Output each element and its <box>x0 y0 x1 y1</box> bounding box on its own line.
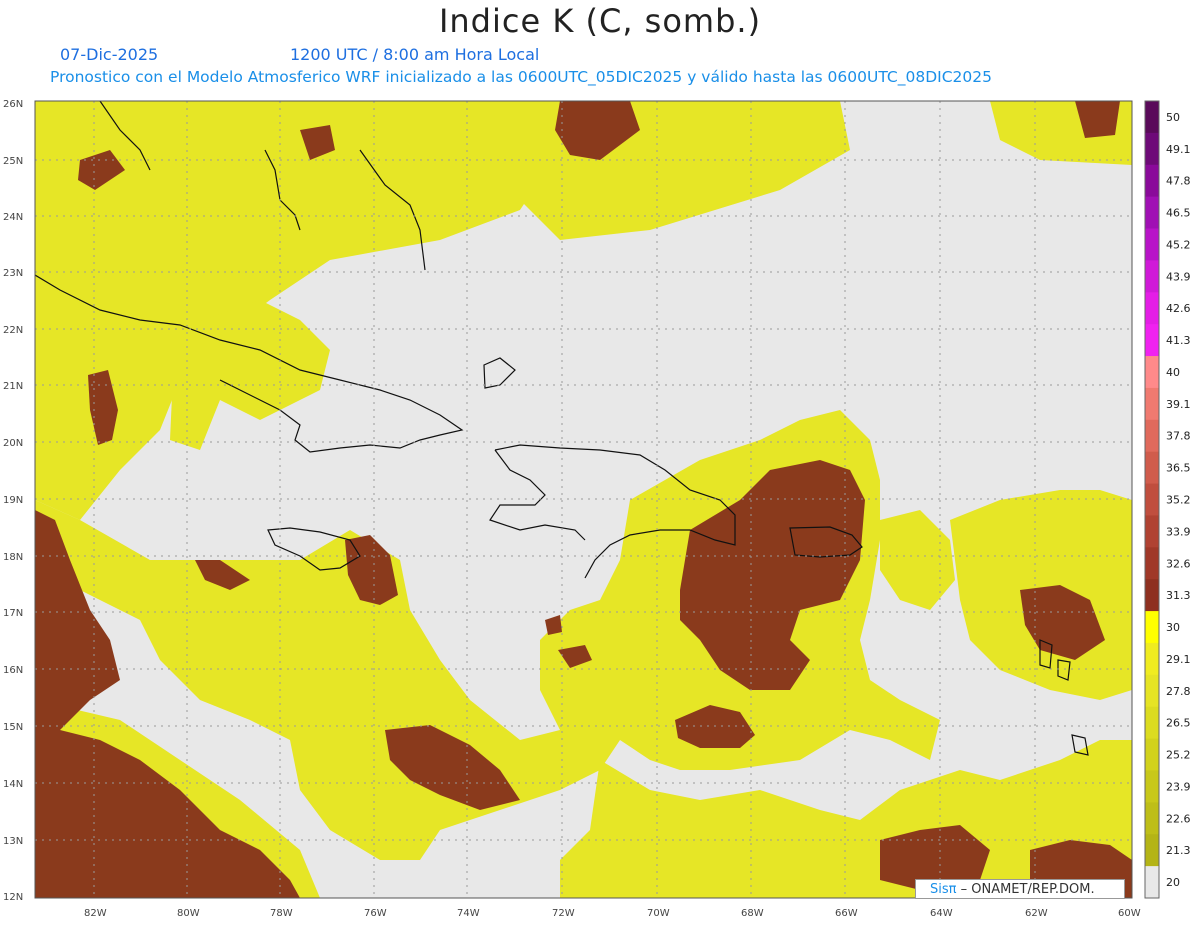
colorbar-label: 45.2 <box>1166 238 1191 251</box>
colorbar-label: 37.8 <box>1166 430 1191 443</box>
lon-label: 64W <box>930 908 953 919</box>
lat-label: 25N <box>3 156 23 167</box>
colorbar-label: 49.1 <box>1166 143 1191 156</box>
colorbar-swatch <box>1145 515 1159 548</box>
lat-axis: 26N 25N 24N 23N 22N 21N 20N 19N 18N 17N … <box>3 99 23 903</box>
colorbar-swatch <box>1145 738 1159 771</box>
colorbar-swatch <box>1145 834 1159 867</box>
colorbar-label: 25.2 <box>1166 749 1191 762</box>
lat-label: 13N <box>3 836 23 847</box>
colorbar-swatch <box>1145 387 1159 421</box>
lat-label: 20N <box>3 438 23 449</box>
logo-brand: Sisπ <box>930 882 957 897</box>
colorbar-label: 35.2 <box>1166 494 1191 507</box>
colorbar-label: 40 <box>1166 366 1180 379</box>
colorbar: 50 49.1 47.8 46.5 45.2 43.9 42.6 41.3 40 39.1 37.8… <box>1144 100 1191 899</box>
colorbar-label: 50 <box>1166 111 1180 124</box>
colorbar-label: 46.5 <box>1166 207 1191 220</box>
lat-label: 26N <box>3 99 23 110</box>
colorbar-label: 36.5 <box>1166 462 1191 475</box>
colorbar-label: 41.3 <box>1166 334 1191 347</box>
logo-text: – ONAMET/REP.DOM. <box>960 882 1095 897</box>
colorbar-swatch <box>1145 642 1159 676</box>
colorbar-swatch <box>1145 164 1159 198</box>
lon-label: 72W <box>552 908 575 919</box>
colorbar-swatch <box>1145 579 1159 612</box>
colorbar-swatch <box>1145 802 1159 835</box>
lat-label: 16N <box>3 665 23 676</box>
colorbar-label: 42.6 <box>1166 302 1191 315</box>
colorbar-label: 22.6 <box>1166 812 1191 825</box>
colorbar-label: 32.6 <box>1166 557 1191 570</box>
colorbar-swatch <box>1145 292 1159 325</box>
colorbar-label: 21.3 <box>1166 844 1191 857</box>
colorbar-swatch <box>1145 260 1159 293</box>
colorbar-label: 47.8 <box>1166 175 1191 188</box>
lon-label: 70W <box>647 908 670 919</box>
colorbar-label: 29.1 <box>1166 653 1191 666</box>
lat-label: 24N <box>3 212 23 223</box>
colorbar-swatch <box>1145 356 1159 389</box>
colorbar-swatch <box>1145 324 1159 357</box>
colorbar-swatch <box>1145 132 1159 166</box>
lon-label: 66W <box>835 908 858 919</box>
colorbar-label: 33.9 <box>1166 525 1191 538</box>
colorbar-swatch <box>1145 611 1159 644</box>
lon-label: 82W <box>84 908 107 919</box>
lon-label: 62W <box>1025 908 1048 919</box>
weather-map: 26N 25N 24N 23N 22N 21N 20N 19N 18N 17N … <box>3 99 1191 919</box>
lat-label: 12N <box>3 892 23 903</box>
lat-label: 18N <box>3 552 23 563</box>
lon-label: 76W <box>364 908 387 919</box>
colorbar-swatch <box>1145 866 1159 899</box>
lat-label: 14N <box>3 779 23 790</box>
lat-label: 23N <box>3 268 23 279</box>
colorbar-swatch <box>1145 419 1159 453</box>
colorbar-swatch <box>1145 547 1159 580</box>
colorbar-label: 31.3 <box>1166 589 1191 602</box>
map-field <box>35 101 1132 898</box>
onamet-logo: Sisπ – ONAMET/REP.DOM. <box>915 879 1125 899</box>
lat-label: 22N <box>3 325 23 336</box>
lat-label: 15N <box>3 722 23 733</box>
colorbar-label: 30 <box>1166 621 1180 634</box>
colorbar-swatch <box>1145 451 1159 485</box>
colorbar-swatch <box>1145 770 1159 803</box>
lon-label: 60W <box>1118 908 1141 919</box>
colorbar-swatch <box>1145 196 1159 230</box>
lon-label: 80W <box>177 908 200 919</box>
colorbar-swatch <box>1145 674 1159 708</box>
colorbar-label: 26.5 <box>1166 717 1191 730</box>
colorbar-label: 39.1 <box>1166 398 1191 411</box>
colorbar-label: 23.9 <box>1166 780 1191 793</box>
colorbar-swatch <box>1145 706 1159 740</box>
lon-label: 68W <box>741 908 764 919</box>
lat-label: 19N <box>3 495 23 506</box>
colorbar-swatch <box>1145 101 1159 134</box>
colorbar-label: 20 <box>1166 876 1180 889</box>
lat-label: 21N <box>3 381 23 392</box>
colorbar-swatch <box>1145 483 1159 516</box>
lon-label: 74W <box>457 908 480 919</box>
lon-axis: 82W 80W 78W 76W 74W 72W 70W 68W 66W 64W … <box>84 908 1141 919</box>
colorbar-label: 27.8 <box>1166 685 1191 698</box>
lon-label: 78W <box>270 908 293 919</box>
colorbar-swatch <box>1145 228 1159 261</box>
lat-label: 17N <box>3 608 23 619</box>
colorbar-label: 43.9 <box>1166 270 1191 283</box>
